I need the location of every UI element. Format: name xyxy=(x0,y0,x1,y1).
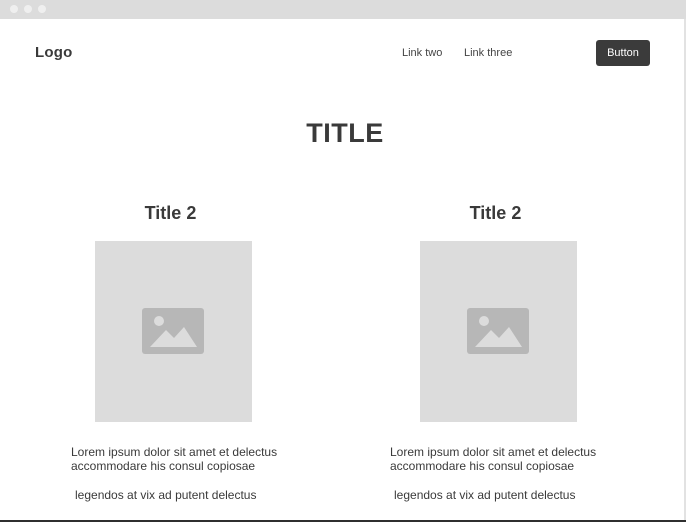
column-text-secondary: legendos at vix ad putent delectus xyxy=(75,488,257,502)
page-title: TITLE xyxy=(306,118,384,148)
column-text-secondary: legendos at vix ad putent delectus xyxy=(394,488,576,502)
nav-link-two[interactable]: Link two xyxy=(402,47,442,59)
image-placeholder-icon xyxy=(467,308,529,354)
column-text: Lorem ipsum dolor sit amet et delectus a… xyxy=(71,445,278,473)
column-title: Title 2 xyxy=(469,203,522,223)
image-placeholder xyxy=(420,241,577,422)
nav-link-three[interactable]: Link three xyxy=(464,47,512,59)
window-title-bar xyxy=(0,0,686,19)
column-text: Lorem ipsum dolor sit amet et delectus a… xyxy=(390,445,597,473)
window-dot-icon xyxy=(24,5,32,13)
image-placeholder-icon xyxy=(142,308,204,354)
image-placeholder xyxy=(95,241,252,422)
primary-button[interactable]: Button xyxy=(596,40,650,66)
column-title: Title 2 xyxy=(144,203,197,223)
window-dot-icon xyxy=(38,5,46,13)
logo[interactable]: Logo xyxy=(35,44,72,61)
window-dot-icon xyxy=(10,5,18,13)
